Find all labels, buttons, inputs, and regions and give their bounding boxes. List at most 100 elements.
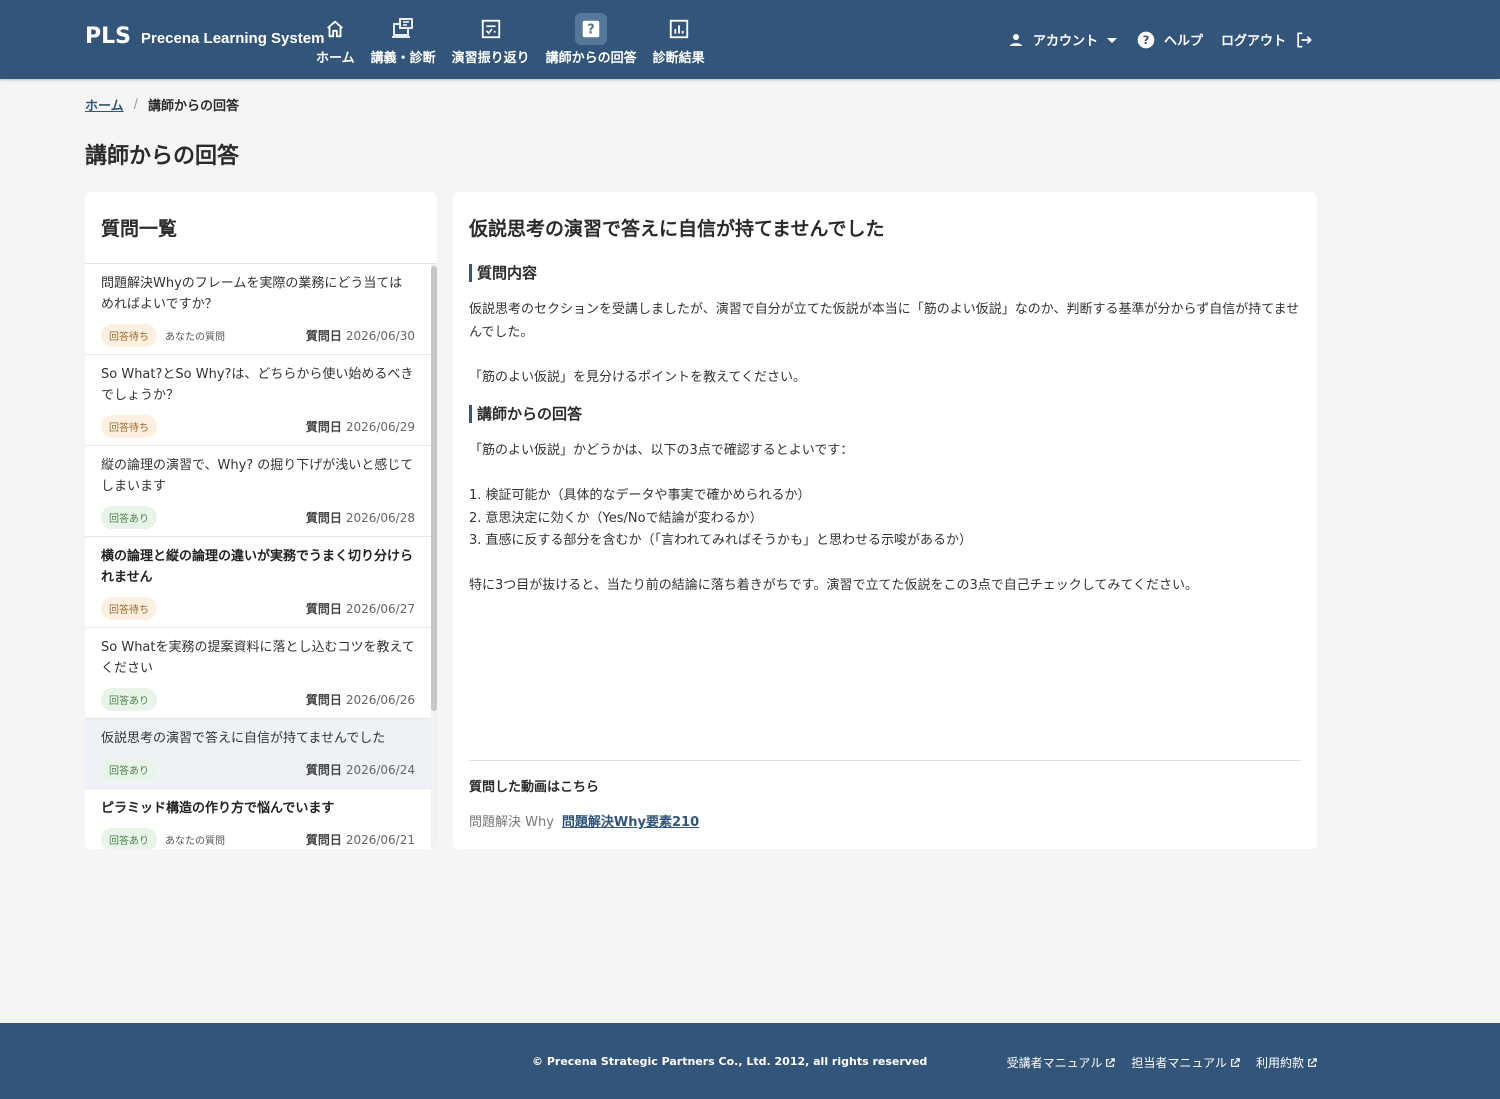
footer-link-terms[interactable]: 利用約款 xyxy=(1256,1054,1317,1071)
date-label: 質問日 xyxy=(305,832,342,847)
footer-link-learner-manual[interactable]: 受講者マニュアル xyxy=(1007,1054,1116,1071)
logo[interactable]: PLS Precena Learning System xyxy=(85,24,324,50)
date-value: 2026/06/26 xyxy=(345,692,415,707)
nav-diagnosis-results[interactable]: 診断結果 xyxy=(653,0,705,79)
status-badge: 回答あり xyxy=(101,827,157,849)
footer-link-label: 利用約款 xyxy=(1255,1056,1304,1070)
lecture-icon xyxy=(387,13,419,45)
question-list[interactable]: 問題解決Whyのフレームを実際の業務にどう当てはめればよいですか？ 回答待ち あ… xyxy=(85,264,437,849)
question-date: 質問日 2026/06/24 xyxy=(306,761,415,778)
question-date: 質問日 2026/06/27 xyxy=(306,600,415,617)
question-meta: 回答待ち 質問日 2026/06/29 xyxy=(101,414,415,438)
divider xyxy=(469,760,1301,761)
question-title: 仮説思考の演習で答えに自信が持てませんでした xyxy=(101,731,386,746)
chart-icon xyxy=(663,13,695,45)
answer-heading: 講師からの回答 xyxy=(469,405,582,423)
help-label: ヘルプ xyxy=(1163,34,1203,49)
app-footer: © Precena Strategic Partners Co., Ltd. 2… xyxy=(0,1023,1500,1099)
footer-link-label: 担当者マニュアル xyxy=(1131,1056,1227,1070)
question-list-item[interactable]: 横の論理と縦の論理の違いが実務でうまく切り分けられません 回答待ち 質問日 202… xyxy=(85,537,431,628)
question-list-item-selected[interactable]: 仮説思考の演習で答えに自信が持てませんでした 回答あり 質問日 2026/06/2… xyxy=(85,719,431,789)
footer-link-admin-manual[interactable]: 担当者マニュアル xyxy=(1131,1054,1240,1071)
detail-title: 仮説思考の演習で答えに自信が持てませんでした xyxy=(469,218,885,240)
logo-mark: PLS xyxy=(85,24,131,49)
external-link-icon xyxy=(1308,1057,1317,1067)
question-meta: 回答あり あなたの質問 質問日 2026/06/21 xyxy=(101,827,415,849)
question-title: 横の論理と縦の論理の違いが実務でうまく切り分けられません xyxy=(101,549,414,585)
question-icon: ? xyxy=(575,13,608,45)
nav-label: 演習振り返り xyxy=(451,51,530,66)
exercise-review-icon xyxy=(475,13,507,45)
question-date: 質問日 2026/06/28 xyxy=(306,509,415,526)
list-scrollbar[interactable] xyxy=(431,264,437,849)
your-question-tag: あなたの質問 xyxy=(165,331,225,343)
caret-down-icon xyxy=(1106,37,1117,43)
date-label: 質問日 xyxy=(305,510,342,525)
question-title: 縦の論理の演習で、Why? の掘り下げが浅いと感じてしまいます xyxy=(101,458,414,494)
date-label: 質問日 xyxy=(305,692,342,707)
status-badge: 回答あり xyxy=(101,505,157,529)
question-list-item[interactable]: ピラミッド構造の作り方で悩んでいます 回答あり あなたの質問 質問日 2026/0… xyxy=(85,789,431,849)
video-heading: 質問した動画はこちら xyxy=(469,780,600,795)
question-meta: 回答待ち あなたの質問 質問日 2026/06/30 xyxy=(101,323,415,347)
date-value: 2026/06/30 xyxy=(345,328,415,343)
question-content-body: 仮説思考のセクションを受講しましたが、演習で自分が立てた仮説が本当に「筋のよい仮… xyxy=(469,302,1300,385)
svg-text:?: ? xyxy=(587,23,594,38)
nav-exercise-review[interactable]: 演習振り返り xyxy=(452,0,530,79)
logout-icon xyxy=(1297,32,1312,47)
status-badge: 回答待ち xyxy=(101,323,157,347)
status-badge: 回答待ち xyxy=(101,414,157,438)
footer-links: 受講者マニュアル 担当者マニュアル 利用約款 xyxy=(1007,1054,1317,1071)
help-link[interactable]: ? ヘルプ xyxy=(1136,30,1203,50)
question-title: 問題解決Whyのフレームを実際の業務にどう当てはめればよいですか？ xyxy=(101,276,403,312)
video-reference: 問題解決 Why 問題解決Why要素210 xyxy=(469,811,699,830)
logout-label: ログアウト xyxy=(1220,34,1286,49)
date-value: 2026/06/29 xyxy=(345,419,415,434)
question-date: 質問日 2026/06/29 xyxy=(306,418,415,435)
question-title: So What?とSo Why?は、どちらから使い始めるべきでしょうか？ xyxy=(101,367,414,403)
question-meta: 回答あり 質問日 2026/06/28 xyxy=(101,505,415,529)
status-badge: 回答あり xyxy=(101,757,157,781)
breadcrumb-current: 講師からの回答 xyxy=(148,99,240,114)
svg-text:?: ? xyxy=(1143,33,1150,47)
header-actions: アカウント ? ヘルプ ログアウト xyxy=(1007,0,1314,79)
question-date: 質問日 2026/06/26 xyxy=(306,691,415,708)
question-detail-panel: 仮説思考の演習で答えに自信が持てませんでした 質問内容 仮説思考のセクションを受… xyxy=(453,192,1317,849)
question-date: 質問日 2026/06/30 xyxy=(306,327,415,344)
breadcrumb: ホーム / 講師からの回答 xyxy=(85,95,239,114)
question-date: 質問日 2026/06/21 xyxy=(306,831,415,848)
logout-button[interactable]: ログアウト xyxy=(1221,30,1314,50)
copyright: © Precena Strategic Partners Co., Ltd. 2… xyxy=(532,1055,928,1068)
video-link[interactable]: 問題解決Why要素210 xyxy=(562,811,699,830)
date-value: 2026/06/21 xyxy=(345,832,415,847)
question-list-panel: 質問一覧 問題解決Whyのフレームを実際の業務にどう当てはめればよいですか？ 回… xyxy=(85,192,437,849)
date-label: 質問日 xyxy=(305,762,342,777)
question-list-item[interactable]: 縦の論理の演習で、Why? の掘り下げが浅いと感じてしまいます 回答あり 質問日… xyxy=(85,446,431,537)
date-value: 2026/06/27 xyxy=(345,601,415,616)
question-meta: 回答あり 質問日 2026/06/24 xyxy=(101,757,415,781)
question-list-item[interactable]: 問題解決Whyのフレームを実際の業務にどう当てはめればよいですか？ 回答待ち あ… xyxy=(85,264,431,355)
nav-home[interactable]: ホーム xyxy=(316,0,355,79)
video-category: 問題解決 Why xyxy=(469,815,554,830)
footer-link-label: 受講者マニュアル xyxy=(1006,1056,1103,1070)
answer-body: 「筋のよい仮説」かどうかは、以下の3点で確認するとよいです： 1. 検証可能か（… xyxy=(469,443,1198,593)
question-list-item[interactable]: So What?とSo Why?は、どちらから使い始めるべきでしょうか？ 回答待… xyxy=(85,355,431,446)
breadcrumb-home-link[interactable]: ホーム xyxy=(85,95,124,114)
question-title: So Whatを実務の提案資料に落とし込むコツを教えてください xyxy=(101,640,415,676)
logo-text: Precena Learning System xyxy=(141,30,325,47)
scrollbar-thumb[interactable] xyxy=(431,266,437,711)
date-value: 2026/06/24 xyxy=(345,762,415,777)
nav-label: ホーム xyxy=(316,51,355,66)
question-list-title: 質問一覧 xyxy=(85,192,437,264)
question-title: ピラミッド構造の作り方で悩んでいます xyxy=(101,801,335,816)
person-icon xyxy=(1009,33,1022,46)
app-header: PLS Precena Learning System ホーム 講義・診断 演習… xyxy=(0,0,1500,79)
date-value: 2026/06/28 xyxy=(345,510,415,525)
account-menu[interactable]: アカウント xyxy=(1007,30,1118,49)
page-title: 講師からの回答 xyxy=(85,144,240,169)
date-label: 質問日 xyxy=(305,419,342,434)
your-question-tag: あなたの質問 xyxy=(165,835,225,847)
question-list-item[interactable]: So Whatを実務の提案資料に落とし込むコツを教えてください 回答あり 質問日… xyxy=(85,628,431,719)
nav-instructor-answers[interactable]: ? 講師からの回答 xyxy=(546,0,637,79)
nav-lecture[interactable]: 講義・診断 xyxy=(371,0,436,79)
